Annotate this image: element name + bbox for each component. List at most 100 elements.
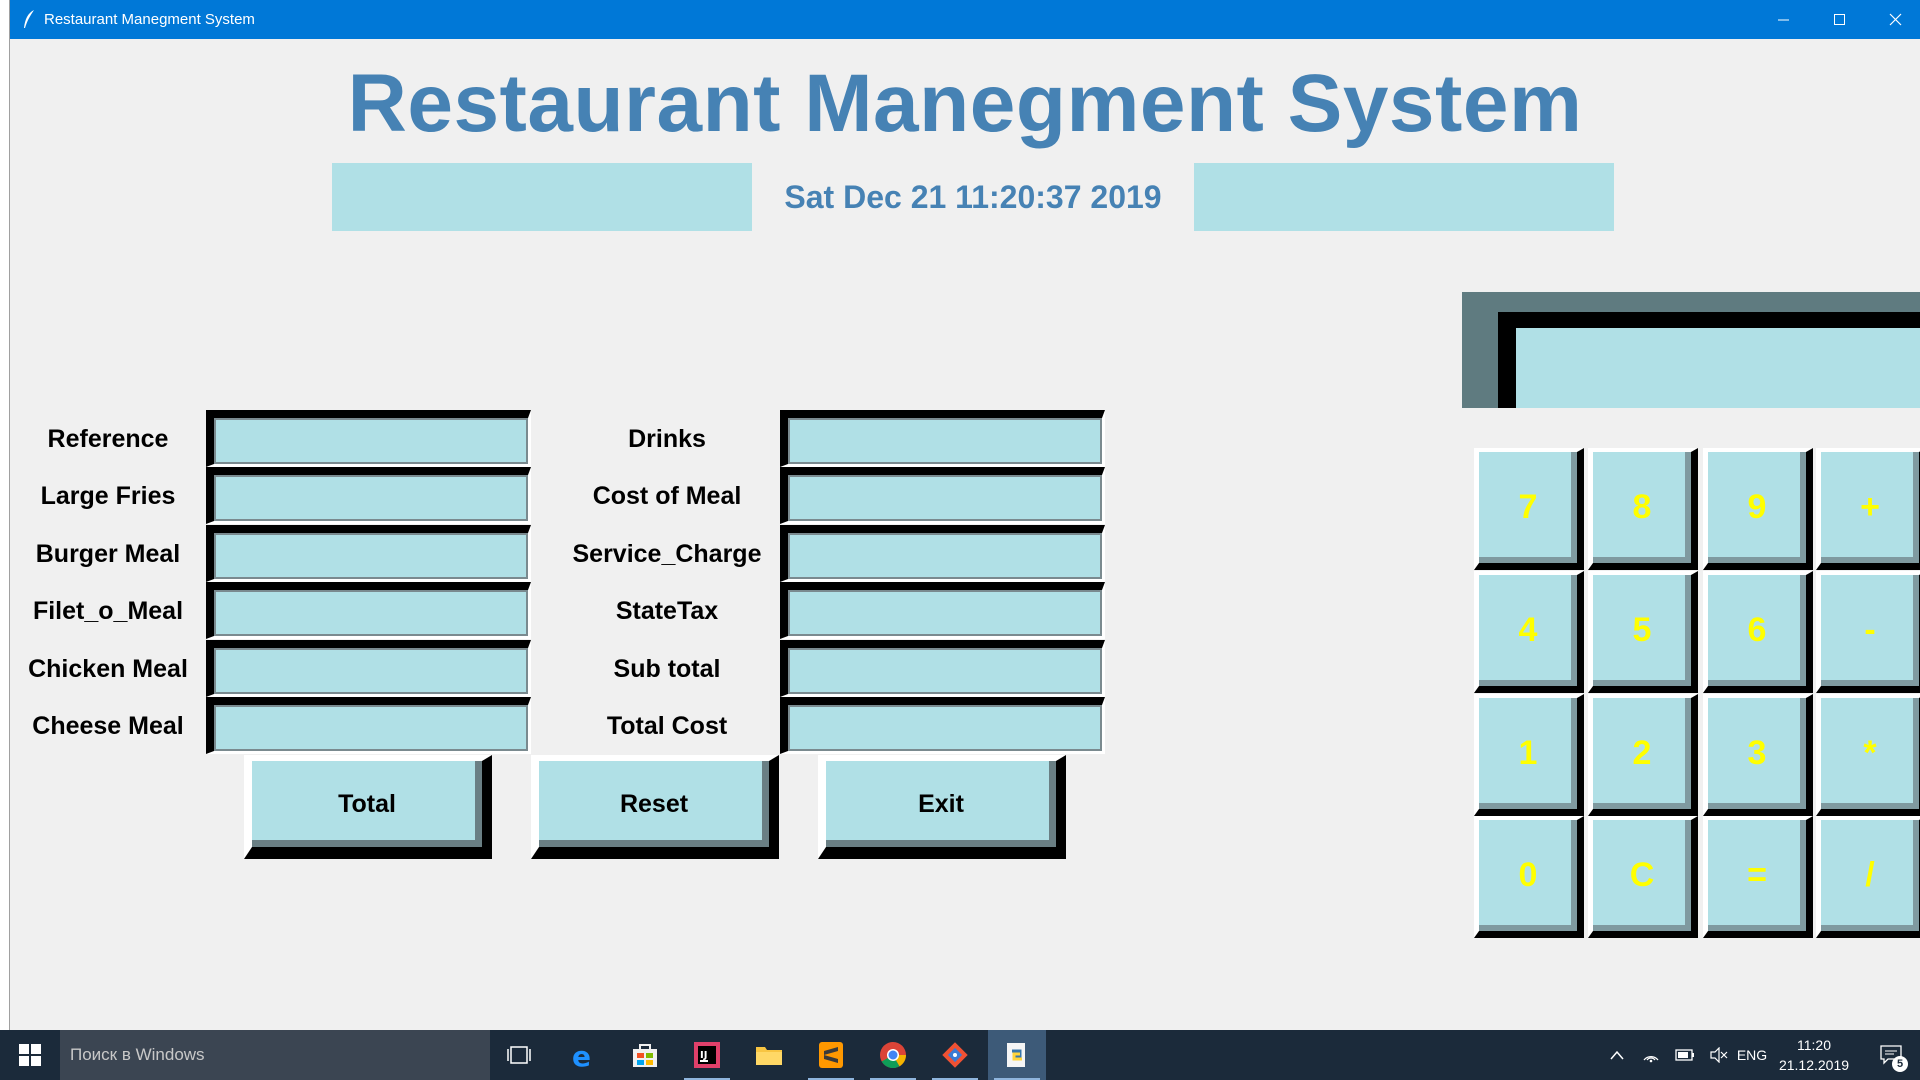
tray-network-button[interactable] (1634, 1030, 1668, 1080)
app-title: Restaurant Manegment System (347, 58, 1583, 149)
calculator: 7 8 9 + 4 5 6 - 1 2 3 * 0 C = / (1462, 292, 1920, 938)
calc-key-equals[interactable]: = (1703, 816, 1813, 938)
service-charge-label: Service_Charge (572, 540, 762, 568)
notification-count-badge: 5 (1892, 1056, 1908, 1072)
state-tax-input[interactable] (788, 590, 1102, 636)
sublime-text-icon (819, 1042, 843, 1068)
filet-o-meal-label: Filet_o_Meal (32, 597, 184, 625)
service-charge-field[interactable] (780, 525, 1105, 582)
taskbar-app-python[interactable] (988, 1030, 1046, 1080)
sub-total-field[interactable] (780, 640, 1105, 697)
minimize-icon (1777, 19, 1789, 21)
calc-key-multiply[interactable]: * (1816, 694, 1920, 816)
taskbar-search-box[interactable]: Поиск в Windows (60, 1030, 490, 1080)
calc-key-9[interactable]: 9 (1703, 448, 1813, 570)
tray-volume-button[interactable] (1702, 1030, 1736, 1080)
tray-overflow-button[interactable] (1600, 1030, 1634, 1080)
calc-key-6[interactable]: 6 (1703, 571, 1813, 693)
calc-key-1[interactable]: 1 (1474, 694, 1584, 816)
calculator-display-input[interactable] (1516, 328, 1920, 408)
sub-total-input[interactable] (788, 648, 1102, 694)
chevron-up-icon (1610, 1050, 1624, 1060)
burger-meal-input[interactable] (214, 533, 528, 579)
edge-icon: e (572, 1041, 591, 1069)
cost-of-meal-input[interactable] (788, 475, 1102, 521)
git-icon (942, 1042, 968, 1068)
cheese-meal-field[interactable] (206, 697, 531, 754)
taskbar-app-git[interactable] (926, 1030, 984, 1080)
calculator-display[interactable] (1498, 312, 1920, 408)
total-cost-input[interactable] (788, 705, 1102, 751)
taskbar: Поиск в Windows e IJ ENG 11:20 21.12.201… (0, 1030, 1920, 1080)
maximize-button[interactable] (1811, 0, 1867, 39)
minimize-button[interactable] (1755, 0, 1811, 39)
date-bar-right-panel (1194, 163, 1614, 231)
service-charge-input[interactable] (788, 533, 1102, 579)
calculator-display-frame (1462, 292, 1920, 408)
chicken-meal-field[interactable] (206, 640, 531, 697)
reference-field[interactable] (206, 410, 531, 467)
reference-input[interactable] (214, 418, 528, 464)
filet-o-meal-input[interactable] (214, 590, 528, 636)
svg-text:IJ: IJ (700, 1050, 707, 1061)
taskbar-app-file-explorer[interactable] (740, 1030, 798, 1080)
total-button[interactable]: Total (244, 755, 492, 859)
window-title: Restaurant Manegment System (44, 11, 255, 28)
date-bar-left-panel (332, 163, 752, 231)
chicken-meal-label: Chicken Meal (28, 655, 188, 683)
calc-key-minus[interactable]: - (1816, 571, 1920, 693)
filet-o-meal-field[interactable] (206, 582, 531, 639)
tray-date: 21.12.2019 (1778, 1057, 1850, 1073)
window-titlebar[interactable]: Restaurant Manegment System (0, 0, 1920, 39)
calc-key-2[interactable]: 2 (1588, 694, 1698, 816)
taskbar-app-store[interactable] (616, 1030, 674, 1080)
wifi-icon (1643, 1056, 1659, 1063)
intellij-icon: IJ (694, 1042, 720, 1068)
burger-meal-field[interactable] (206, 525, 531, 582)
calc-key-clear[interactable]: C (1588, 816, 1698, 938)
calc-key-0[interactable]: 0 (1474, 816, 1584, 938)
drinks-input[interactable] (788, 418, 1102, 464)
tray-battery-button[interactable] (1668, 1030, 1702, 1080)
svg-text:e: e (572, 1041, 591, 1069)
state-tax-label: StateTax (615, 597, 719, 625)
battery-icon (1675, 1049, 1694, 1061)
date-bar: Sat Dec 21 11:20:37 2019 (332, 163, 1614, 231)
tray-clock[interactable]: 11:20 21.12.2019 (1766, 1035, 1862, 1075)
tk-feather-icon (24, 10, 34, 28)
close-icon (1889, 13, 1901, 26)
taskbar-app-edge[interactable]: e (554, 1030, 612, 1080)
exit-button[interactable]: Exit (818, 755, 1066, 859)
task-view-button[interactable] (490, 1030, 548, 1080)
taskbar-app-chrome[interactable] (864, 1030, 922, 1080)
window-left-border (0, 0, 10, 1030)
calc-key-3[interactable]: 3 (1703, 694, 1813, 816)
windows-logo-icon (19, 1044, 41, 1066)
start-button[interactable] (0, 1030, 60, 1080)
action-center-button[interactable]: 5 (1862, 1030, 1920, 1080)
calc-key-5[interactable]: 5 (1588, 571, 1698, 693)
drinks-label: Drinks (628, 425, 706, 453)
large-fries-label: Large Fries (40, 482, 176, 510)
calc-key-divide[interactable]: / (1816, 816, 1920, 938)
total-cost-label: Total Cost (606, 712, 728, 740)
close-button[interactable] (1867, 0, 1920, 39)
large-fries-input[interactable] (214, 475, 528, 521)
chicken-meal-input[interactable] (214, 648, 528, 694)
taskbar-app-intellij[interactable]: IJ (678, 1030, 736, 1080)
drinks-field[interactable] (780, 410, 1105, 467)
burger-meal-label: Burger Meal (35, 540, 181, 568)
calc-key-8[interactable]: 8 (1588, 448, 1698, 570)
calc-key-4[interactable]: 4 (1474, 571, 1584, 693)
total-cost-field[interactable] (780, 697, 1105, 754)
cost-of-meal-field[interactable] (780, 467, 1105, 524)
calc-key-plus[interactable]: + (1816, 448, 1920, 570)
reset-button[interactable]: Reset (531, 755, 779, 859)
sub-total-label: Sub total (613, 655, 721, 683)
cheese-meal-input[interactable] (214, 705, 528, 751)
taskbar-app-sublime[interactable] (802, 1030, 860, 1080)
state-tax-field[interactable] (780, 582, 1105, 639)
calc-key-7[interactable]: 7 (1474, 448, 1584, 570)
large-fries-field[interactable] (206, 467, 531, 524)
store-icon (633, 1044, 657, 1067)
